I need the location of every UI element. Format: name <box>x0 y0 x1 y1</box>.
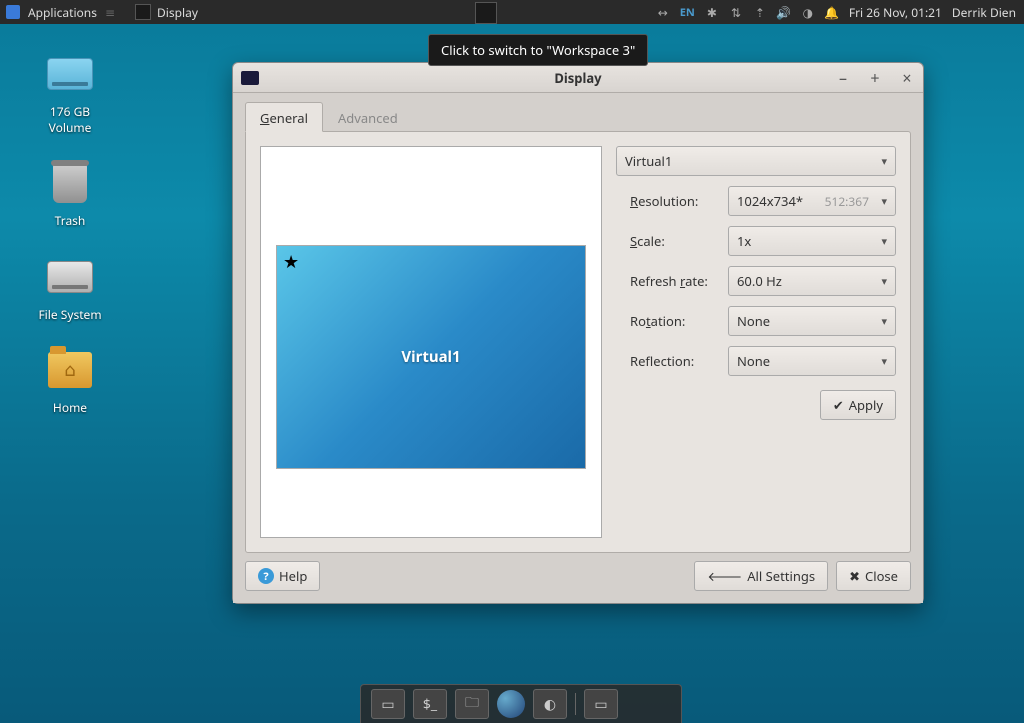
refresh-rate-label: Refresh rate: <box>630 272 720 290</box>
close-button-label: Close <box>865 567 898 585</box>
reflection-combo[interactable]: None <box>728 346 896 376</box>
desktop-icon-home[interactable]: Home <box>20 346 120 416</box>
resolution-value: 1024x734* <box>737 192 803 210</box>
dock-item-settings[interactable]: ◐ <box>533 689 567 719</box>
maximize-button[interactable]: + <box>865 67 885 89</box>
dock-item-terminal[interactable]: $_ <box>413 689 447 719</box>
close-icon: ✖ <box>849 567 860 585</box>
desktop-icon-filesystem[interactable]: File System <box>20 253 120 323</box>
window-title: Display <box>233 69 923 87</box>
taskbar-window-display[interactable]: Display <box>135 4 198 21</box>
tab-bar: General Advanced <box>245 101 911 131</box>
titlebar[interactable]: Display – + × <box>233 63 923 93</box>
reflection-value: None <box>737 352 770 370</box>
display-preview-pane: ★ Virtual1 <box>260 146 602 538</box>
desktop-icons: 176 GB Volume Trash File System Home <box>20 50 120 416</box>
display-selector-combo[interactable]: Virtual1 <box>616 146 896 176</box>
desktop-icon-volume[interactable]: 176 GB Volume <box>20 50 120 135</box>
close-button[interactable]: ✖ Close <box>836 561 911 591</box>
user-menu[interactable]: Derrik Dien <box>952 4 1016 21</box>
window-app-icon <box>241 71 259 85</box>
help-button-label: Help <box>279 567 307 585</box>
keyboard-layout-indicator[interactable]: EN <box>680 5 695 20</box>
all-settings-button[interactable]: 🡐 All Settings <box>694 561 828 591</box>
display-settings-pane: Virtual1 Resolution: 1024x734* 512:367 S… <box>616 146 896 538</box>
scale-value: 1x <box>737 232 751 250</box>
tab-content-general: ★ Virtual1 Virtual1 Resolution: 1024x734… <box>245 131 911 553</box>
network-icon[interactable]: ⇅ <box>729 5 743 19</box>
resolution-label: Resolution: <box>630 192 720 210</box>
desktop-icon-trash[interactable]: Trash <box>20 159 120 229</box>
back-arrow-icon: 🡐 <box>707 567 742 585</box>
workspace-switcher-icon[interactable] <box>475 2 497 24</box>
updates-icon[interactable]: ⇡ <box>753 5 767 19</box>
display-selector-value: Virtual1 <box>625 152 672 170</box>
monitor-preview-label: Virtual1 <box>401 347 460 367</box>
window-bottom-bar: ? Help 🡐 All Settings ✖ Close <box>245 553 911 591</box>
resize-icon[interactable]: ↔ <box>656 5 670 19</box>
reflection-label: Reflection: <box>630 352 720 370</box>
home-folder-icon <box>48 352 92 388</box>
help-icon: ? <box>258 568 274 584</box>
resolution-aspect: 512:367 <box>825 193 869 210</box>
dock-item-desktop[interactable]: ▭ <box>371 689 405 719</box>
resolution-combo[interactable]: 1024x734* 512:367 <box>728 186 896 216</box>
bottom-dock: ▭ $_ 🗀 ◐ ▭ <box>360 684 682 723</box>
apply-button-label: Apply <box>849 396 883 414</box>
dock-separator <box>575 693 576 715</box>
top-panel: Applications ≡ Display ↔ EN ✱ ⇅ ⇡ 🔊 ◑ 🔔 … <box>0 0 1024 24</box>
monitor-preview[interactable]: ★ Virtual1 <box>276 245 586 469</box>
workspace-tooltip: Click to switch to "Workspace 3" <box>428 34 648 66</box>
tab-advanced[interactable]: Advanced <box>323 102 413 132</box>
rotation-combo[interactable]: None <box>728 306 896 336</box>
xfce-logo-icon[interactable] <box>6 5 20 19</box>
drive-icon <box>47 58 93 90</box>
apply-button[interactable]: ✔ Apply <box>820 390 896 420</box>
notifications-icon[interactable]: 🔔 <box>825 5 839 19</box>
help-button[interactable]: ? Help <box>245 561 320 591</box>
power-icon[interactable]: ◑ <box>801 5 815 19</box>
scale-combo[interactable]: 1x <box>728 226 896 256</box>
display-app-icon <box>135 4 151 20</box>
refresh-rate-combo[interactable]: 60.0 Hz <box>728 266 896 296</box>
desktop-icon-label: Trash <box>55 213 86 229</box>
volume-icon[interactable]: 🔊 <box>777 5 791 19</box>
tab-general[interactable]: General <box>245 102 323 132</box>
bluetooth-icon[interactable]: ✱ <box>705 5 719 19</box>
dock-item-files[interactable]: 🗀 <box>455 689 489 719</box>
primary-display-star-icon: ★ <box>283 250 299 274</box>
all-settings-label: All Settings <box>747 567 815 585</box>
rotation-value: None <box>737 312 770 330</box>
rotation-label: Rotation: <box>630 312 720 330</box>
trash-icon <box>53 163 87 203</box>
minimize-button[interactable]: – <box>833 67 853 89</box>
taskbar-window-title: Display <box>157 4 198 21</box>
applications-menu[interactable]: Applications <box>28 4 97 21</box>
clock[interactable]: Fri 26 Nov, 01:21 <box>849 4 942 21</box>
hard-disk-icon <box>47 261 93 293</box>
close-window-button[interactable]: × <box>897 67 917 89</box>
desktop-icon-label: File System <box>38 307 101 323</box>
panel-separator-icon: ≡ <box>105 4 115 21</box>
dock-item-browser[interactable] <box>497 690 525 718</box>
dock-item-running[interactable]: ▭ <box>584 689 618 719</box>
scale-label: Scale: <box>630 232 720 250</box>
display-settings-window: Display – + × General Advanced ★ Virtual… <box>232 62 924 604</box>
refresh-rate-value: 60.0 Hz <box>737 272 782 290</box>
check-icon: ✔ <box>833 396 844 414</box>
desktop-icon-label: 176 GB Volume <box>49 104 92 135</box>
desktop-icon-label: Home <box>53 400 87 416</box>
